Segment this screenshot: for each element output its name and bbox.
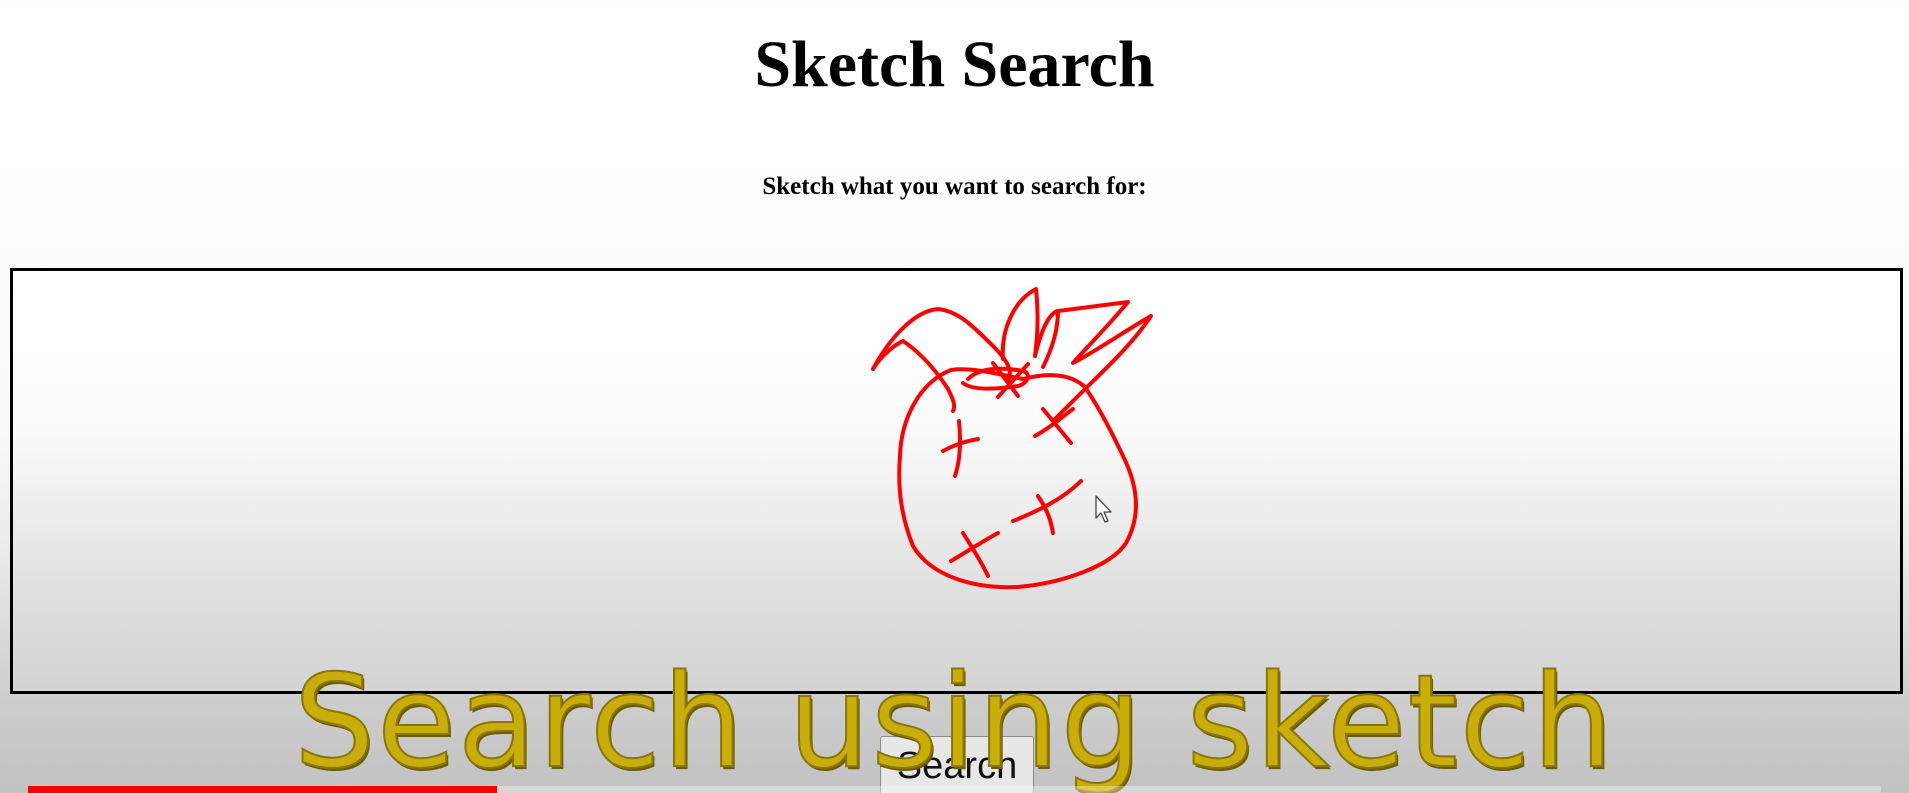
sketch-stroke-cross-1 [941, 419, 980, 478]
sketch-stroke-cross-2 [1033, 407, 1075, 445]
sketch-instructions: Sketch what you want to search for: [762, 173, 1147, 200]
sketch-stroke-cross-3 [1011, 479, 1083, 535]
sketch-stroke-body [897, 367, 1138, 590]
video-progress-bar[interactable] [28, 786, 1881, 793]
sketch-canvas[interactable] [10, 268, 1903, 694]
video-progress-played [28, 786, 497, 793]
page-title: Sketch Search [754, 28, 1155, 101]
sketch-drawing [871, 287, 1153, 590]
sketch-stroke-leaf-middle [1000, 287, 1040, 361]
sketch-stroke-leaf-right [1051, 300, 1153, 423]
sketch-stroke-cross-4 [949, 531, 1000, 578]
pineapple-sketch [871, 287, 1153, 590]
mouse-pointer-icon [1095, 495, 1112, 523]
search-button[interactable]: Search [880, 736, 1034, 793]
